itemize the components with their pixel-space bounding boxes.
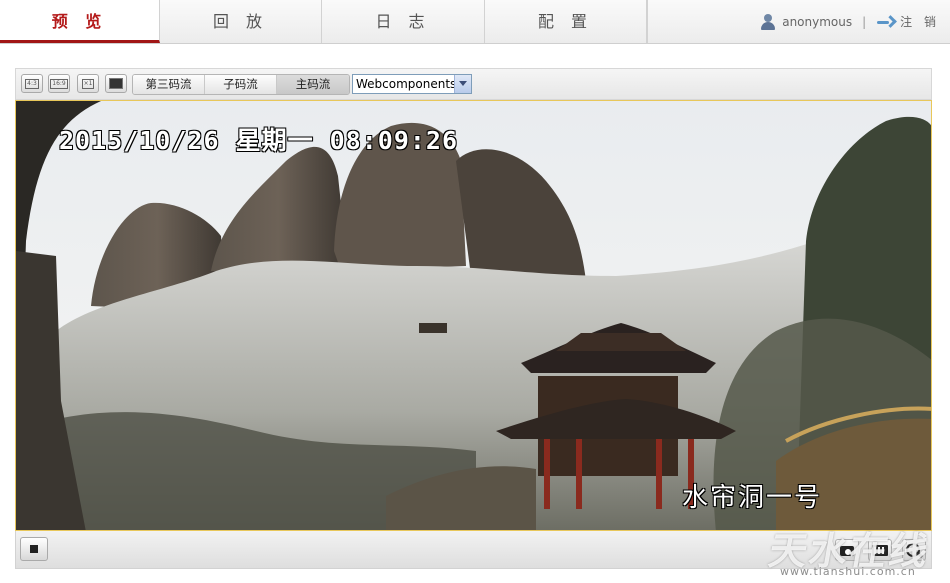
tab-preview[interactable]: 预 览 — [0, 0, 160, 43]
top-navigation: 预 览 回 放 日 志 配 置 anonymous | 注 销 — [0, 0, 950, 44]
tab-playback[interactable]: 回 放 — [160, 0, 322, 43]
stream-sub[interactable]: 子码流 — [205, 75, 277, 94]
stream-main[interactable]: 主码流 — [277, 75, 349, 94]
user-icon — [760, 13, 776, 30]
logout-icon[interactable] — [876, 15, 894, 29]
plugin-select-value: Webcomponents — [356, 77, 457, 91]
fit-window-icon — [109, 78, 123, 89]
preview-toolbar: 4:3 16:9 ×1 第三码流 子码流 主码流 Webcomponents — [15, 68, 932, 100]
stream-third[interactable]: 第三码流 — [133, 75, 205, 94]
tab-configuration[interactable]: 配 置 — [485, 0, 647, 43]
video-frame — [16, 101, 931, 530]
stream-selector: 第三码流 子码流 主码流 — [132, 74, 350, 95]
tab-log[interactable]: 日 志 — [322, 0, 485, 43]
chevron-down-icon[interactable] — [454, 75, 471, 93]
fit-window-button[interactable] — [105, 74, 127, 93]
plugin-select[interactable]: Webcomponents — [352, 74, 472, 94]
live-video[interactable]: 2015/10/26 星期一 08:09:26 水帘洞一号 — [15, 100, 932, 531]
osd-timestamp: 2015/10/26 星期一 08:09:26 — [59, 126, 459, 155]
stop-preview-button[interactable] — [20, 537, 48, 561]
aspect-16-9-button[interactable]: 16:9 — [48, 74, 70, 93]
original-size-button[interactable]: ×1 — [77, 74, 99, 93]
separator: | — [862, 14, 867, 29]
aspect-4-3-button[interactable]: 4:3 — [21, 74, 43, 93]
user-box: anonymous | 注 销 — [760, 0, 940, 43]
username: anonymous — [782, 14, 853, 29]
tab-divider — [647, 0, 648, 43]
watermark-url: www.tianshui.com.cn — [780, 565, 916, 578]
osd-camera-name: 水帘洞一号 — [682, 483, 823, 513]
logout-link[interactable]: 注 销 — [900, 0, 940, 44]
